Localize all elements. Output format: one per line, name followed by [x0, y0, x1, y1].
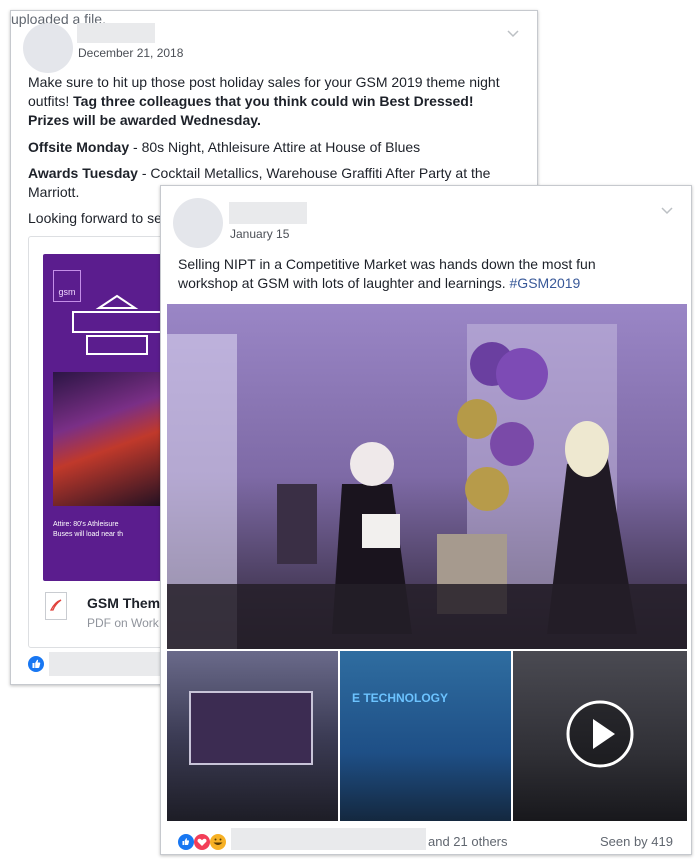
play-icon[interactable]	[565, 699, 635, 769]
awards-tuesday-line-2: Marriott.	[28, 184, 80, 200]
stage-scene-illustration	[167, 304, 687, 649]
haha-reaction-icon	[210, 834, 226, 850]
main-photo[interactable]	[167, 304, 687, 649]
post-body-line: Make sure to hit up those post holiday s…	[28, 74, 500, 90]
seen-by-count[interactable]: Seen by 419	[600, 834, 673, 849]
post-date[interactable]: January 15	[230, 227, 289, 241]
post-date[interactable]: December 21, 2018	[78, 46, 183, 60]
photo-thumbnail-1[interactable]	[167, 651, 338, 821]
attachment-subtitle: PDF on Work	[87, 616, 159, 630]
reaction-icons[interactable]	[178, 833, 230, 856]
post-body-line: outfits! Tag three colleagues that you t…	[28, 92, 474, 111]
slide-title-text: E TECHNOLOGY	[352, 691, 449, 705]
love-reaction-icon	[194, 834, 210, 850]
flyer-concert-photo	[53, 372, 173, 506]
offsite-text: - 80s Night, Athleisure Attire at House …	[129, 139, 421, 155]
like-reaction-icon[interactable]	[28, 656, 44, 672]
redacted-reaction-names	[49, 652, 169, 676]
post-body-bold-line: Prizes will be awarded Wednesday.	[28, 112, 261, 128]
offsite-monday-line: Offsite Monday - 80s Night, Athleisure A…	[28, 138, 420, 157]
house-of-blues-logo	[72, 294, 162, 355]
hashtag-link[interactable]: #GSM2019	[510, 275, 581, 291]
awards-label: Awards Tuesday	[28, 165, 138, 181]
post-card-photos: January 15 Selling NIPT in a Competitive…	[160, 185, 692, 855]
redacted-author-name	[229, 202, 307, 224]
avatar[interactable]	[173, 198, 223, 248]
awards-tuesday-line: Awards Tuesday - Cocktail Metallics, War…	[28, 164, 490, 183]
offsite-label: Offsite Monday	[28, 139, 130, 155]
reactions-count-text[interactable]: and 21 others	[428, 834, 508, 849]
video-thumbnail[interactable]	[513, 651, 687, 821]
awards-text: - Cocktail Metallics, Warehouse Graffiti…	[137, 165, 491, 181]
post-body-text: workshop at GSM with lots of laughter an…	[178, 275, 510, 291]
post-body-line: workshop at GSM with lots of laughter an…	[178, 274, 580, 293]
post-body-line: Selling NIPT in a Competitive Market was…	[178, 256, 596, 272]
attachment-title[interactable]: GSM Them	[87, 595, 160, 611]
photo-thumbnail-2[interactable]: E TECHNOLOGY	[340, 651, 511, 821]
like-reaction-icon	[178, 834, 194, 850]
redacted-reaction-names	[231, 828, 426, 850]
post-body-closing: Looking forward to se	[28, 210, 162, 226]
redacted-author-name	[77, 23, 155, 43]
post-body-text: outfits!	[28, 93, 74, 109]
chevron-down-icon[interactable]	[661, 204, 673, 218]
post-body-bold-text: Tag three colleagues that you think coul…	[73, 93, 474, 109]
pdf-icon	[45, 592, 67, 620]
chevron-down-icon[interactable]	[507, 27, 519, 41]
avatar[interactable]	[23, 23, 73, 73]
presentation-screen	[189, 691, 313, 765]
